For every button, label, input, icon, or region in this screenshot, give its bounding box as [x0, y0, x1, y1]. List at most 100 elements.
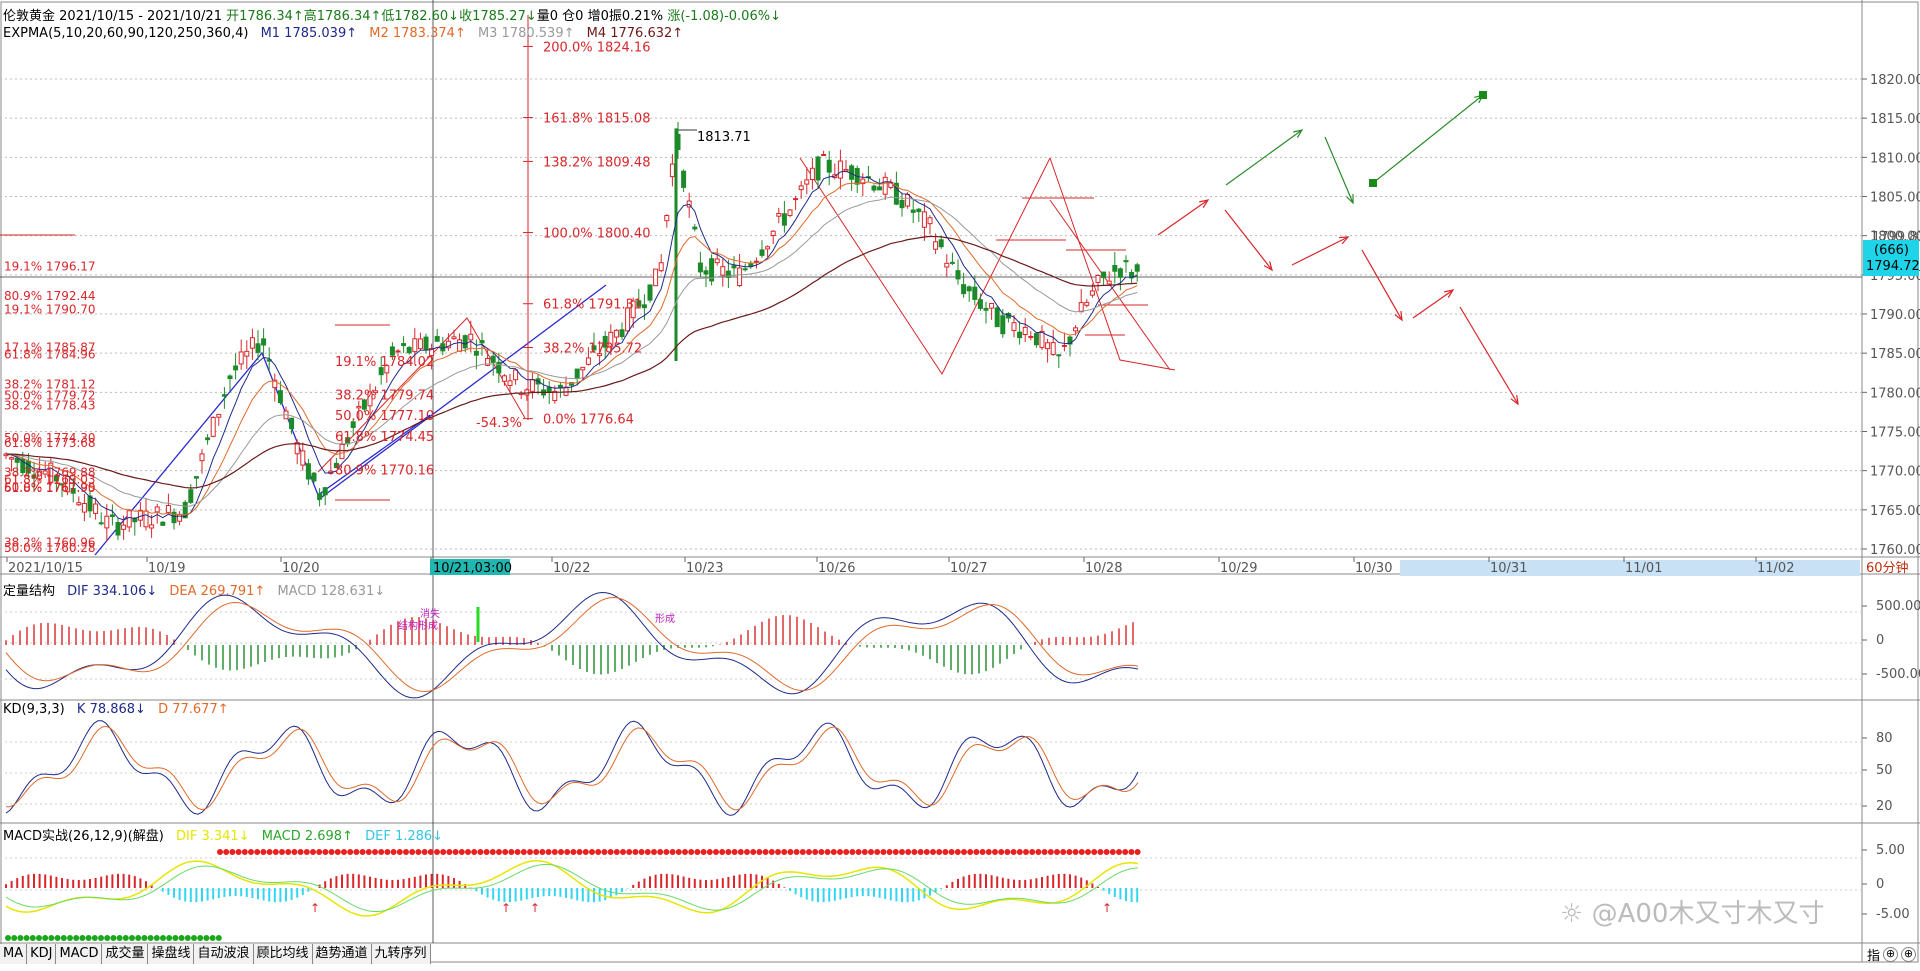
green-marker: [1479, 91, 1487, 99]
green-dot: [215, 935, 222, 941]
candle-body: [255, 343, 261, 353]
price-label: 1805.00: [1870, 191, 1920, 206]
red-dot: [322, 849, 329, 855]
candle-body: [1028, 335, 1034, 338]
candle-body: [121, 524, 127, 530]
red-dot: [1054, 849, 1060, 855]
macd-structure-legend[interactable]: 定量结构 DIF 334.106↓ DEA 269.791↑ MACD 128.…: [3, 580, 385, 599]
candle-body: [457, 339, 463, 352]
candle-body: [944, 262, 950, 268]
indicator-button[interactable]: 指: [1867, 945, 1880, 964]
candle-body: [770, 230, 776, 237]
tab-8[interactable]: 九转序列: [371, 944, 431, 964]
price-label: 1820.00: [1870, 73, 1920, 88]
red-dot: [365, 849, 372, 855]
candle-body: [1112, 265, 1118, 272]
candle-body: [109, 514, 115, 518]
red-dot: [471, 849, 478, 855]
red-dot: [942, 849, 949, 855]
red-dot: [310, 849, 316, 855]
red-dot: [638, 849, 645, 855]
red-dot: [737, 849, 744, 855]
green-dot: [184, 935, 191, 941]
red-dot: [589, 849, 595, 855]
green-dot: [104, 935, 111, 941]
tab-1[interactable]: KDJ: [27, 944, 57, 964]
candle-body: [233, 365, 239, 371]
green-dot: [67, 935, 73, 941]
candle-body: [205, 437, 211, 441]
sub-axis-label: 500.00: [1876, 599, 1920, 614]
red-dot: [911, 849, 918, 855]
red-dot: [781, 849, 788, 855]
tab-6[interactable]: 顾比均线: [253, 944, 313, 964]
green-dot: [197, 935, 204, 941]
candle-body: [87, 495, 93, 512]
red-dot: [979, 849, 986, 855]
red-dot: [341, 849, 347, 855]
red-dot: [254, 849, 261, 855]
settings-icon[interactable]: ⊕: [1883, 946, 1898, 962]
date-label: 11/01: [1625, 561, 1662, 576]
red-dot: [837, 849, 843, 855]
red-dot: [1097, 849, 1104, 855]
green-dot: [11, 935, 18, 941]
expma-legend[interactable]: EXPMA(5,10,20,60,90,120,250,360,4) M1 17…: [3, 26, 683, 41]
price-label: 1780.00: [1870, 386, 1920, 401]
candle-body: [339, 443, 345, 460]
kd-legend[interactable]: KD(9,3,3) K 78.868↓ D 77.677↑: [3, 702, 229, 717]
candle-body: [843, 168, 849, 172]
candle-body: [165, 505, 171, 513]
date-range: 2021/10/15 - 2021/10/21: [59, 9, 222, 24]
candle-body: [837, 160, 843, 179]
red-dot: [1066, 849, 1073, 855]
candle-body: [406, 346, 412, 354]
tab-7[interactable]: 趋势通道: [312, 944, 372, 964]
up-arrow-icon: ↑: [310, 901, 320, 915]
red-dot: [570, 849, 577, 855]
red-dot: [353, 849, 360, 855]
tab-3[interactable]: 成交量: [102, 944, 149, 964]
tab-2[interactable]: MACD: [56, 944, 103, 964]
tab-5[interactable]: 自动波浪: [194, 944, 254, 964]
fib-left-label: 50.0% 1760.28: [4, 541, 96, 555]
volume: 量0: [536, 9, 559, 24]
candle-body: [529, 378, 535, 392]
macd-structure-name: 定量结构: [3, 584, 56, 599]
close-price: 收1785.27↓: [459, 9, 537, 24]
forecast-arrow-head: [1510, 395, 1519, 406]
red-dot: [1109, 849, 1116, 855]
red-dot: [1122, 849, 1129, 855]
forecast-arrows: [1157, 91, 1519, 406]
red-dot: [682, 849, 688, 855]
red-dot: [223, 849, 230, 855]
chart-stage[interactable]: 1813.71 200.0% 1824.16 161.8% 1815.08 138.…: [0, 0, 1920, 967]
grid-lines: [0, 0, 1920, 963]
candle-body: [238, 351, 244, 365]
macd-combat-legend[interactable]: MACD实战(26,12,9)(解盘) DIF 3.341↓ MACD 2.69…: [3, 825, 443, 844]
marker-count: (666): [1874, 243, 1909, 258]
tab-0[interactable]: MA: [0, 944, 28, 964]
candle-body: [737, 267, 743, 286]
red-dot: [545, 849, 552, 855]
candle-body: [1106, 280, 1112, 285]
kd-d: D 77.677↑: [158, 702, 229, 717]
tab-4[interactable]: 操盘线: [148, 944, 195, 964]
annotation: 消失: [420, 607, 440, 620]
candle-body: [720, 266, 726, 276]
candle-body: [210, 416, 216, 437]
red-dot: [651, 849, 657, 855]
zoom-icon[interactable]: ⊕: [1901, 946, 1916, 962]
red-dot: [688, 849, 695, 855]
forecast-arrow-head: [1394, 310, 1403, 322]
red-dot: [936, 849, 943, 855]
candle-body: [905, 194, 911, 207]
red-dot: [607, 849, 614, 855]
red-dot: [303, 849, 310, 855]
indicator-tab-bar: MA KDJ MACD 成交量 操盘线 自动波浪 顾比均线 趋势通道 九转序列: [0, 944, 431, 964]
fib-left-label: 61.8% 1784.96: [4, 347, 96, 361]
red-dot: [217, 849, 223, 855]
open-interest: 仓0: [562, 9, 584, 24]
green-dot: [23, 935, 30, 941]
chart-canvas[interactable]: 1813.71 200.0% 1824.16 161.8% 1815.08 138.…: [0, 0, 1920, 967]
